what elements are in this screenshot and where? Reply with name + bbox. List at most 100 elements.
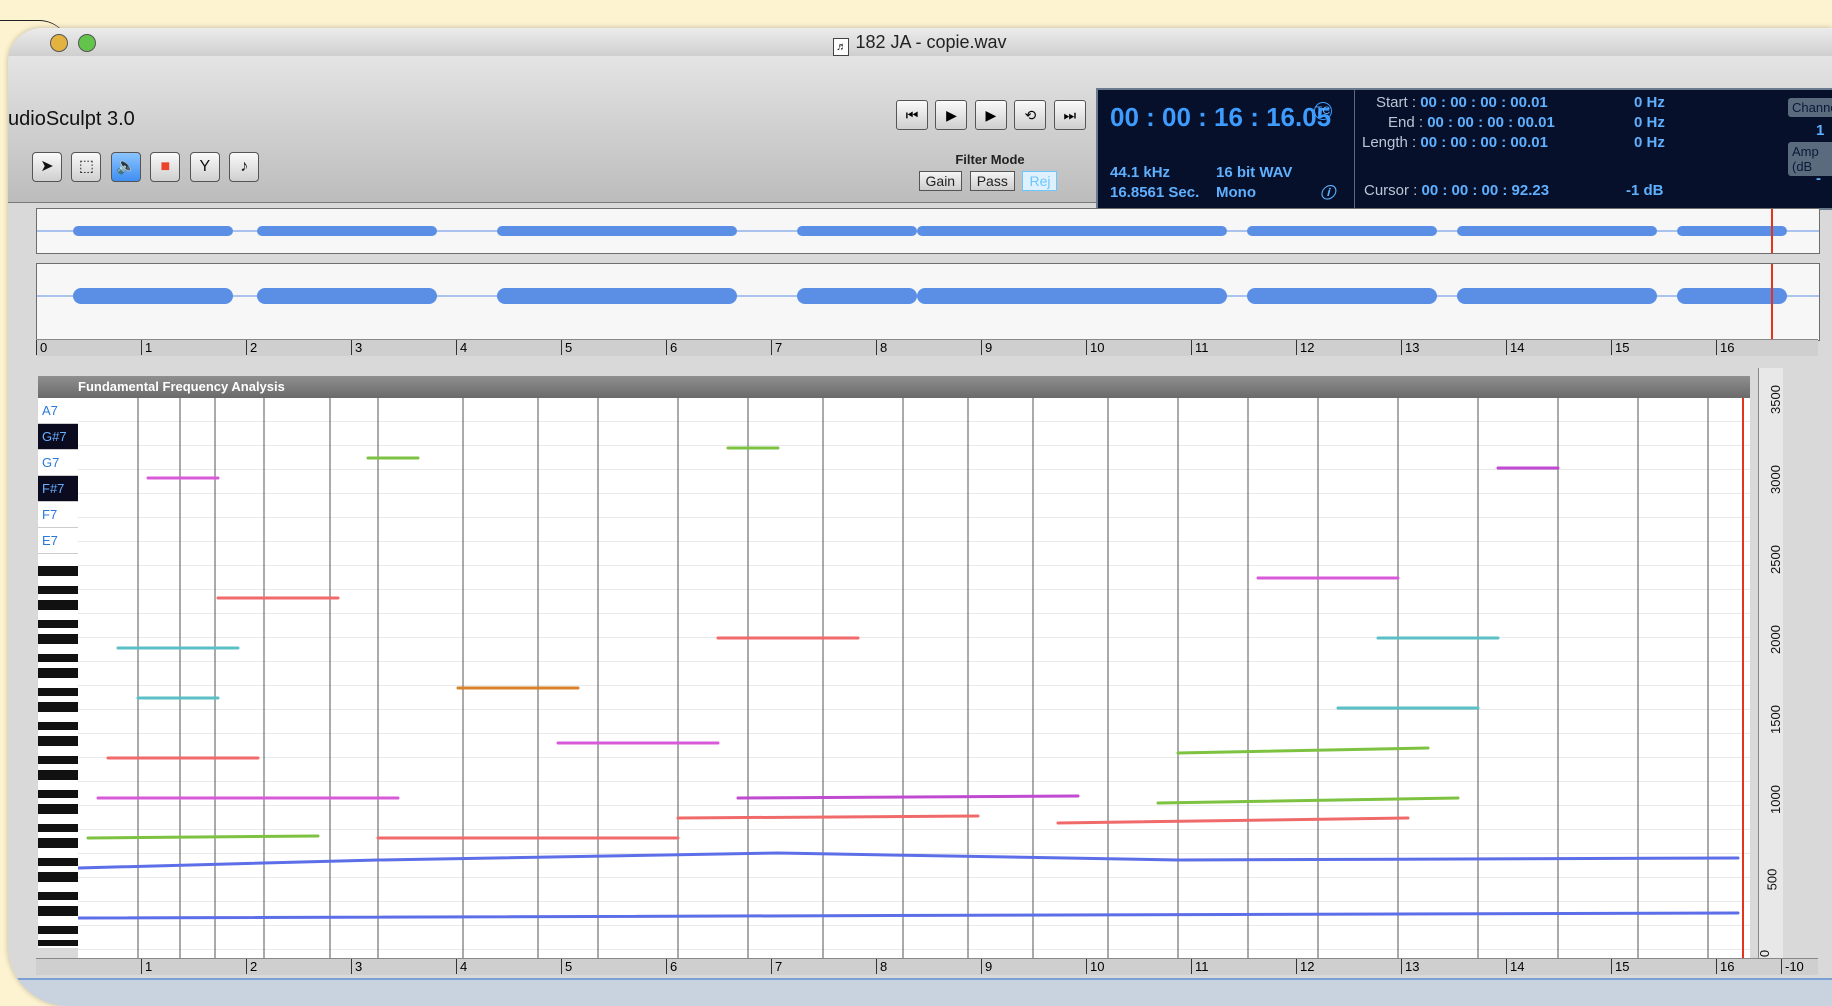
ruler-tick: 5 <box>561 959 572 974</box>
amp-value: - <box>1816 170 1821 187</box>
freq-tick: 2000 <box>1767 625 1783 654</box>
lcd-divider <box>1354 90 1355 208</box>
note-label: G#7 <box>38 424 78 450</box>
overview-waveform-svg <box>37 209 1819 253</box>
play-selection-button[interactable]: ▶ <box>974 100 1007 130</box>
hz-value-2: 0 Hz <box>1634 114 1665 131</box>
ruler-tick: 9 <box>981 959 992 974</box>
ruler-tick: 13 <box>1401 340 1419 355</box>
duration-seconds: 16.8561 Sec. <box>1110 184 1200 201</box>
ruler-tick: 11 <box>1191 959 1209 974</box>
filter-tool-button[interactable]: Y <box>189 152 220 182</box>
hz-value-3: 0 Hz <box>1634 134 1665 151</box>
time-ruler-top[interactable]: 0 1 2 3 4 5 6 7 8 9 10 11 12 13 14 15 16 <box>36 339 1818 356</box>
channel-label: Channe <box>1788 98 1832 117</box>
cursor-value: 00 : 00 : 00 : 92.23 <box>1421 182 1550 199</box>
ruler-tick: 7 <box>771 340 782 355</box>
length-value: 00 : 00 : 00 : 00.01 <box>1420 134 1548 151</box>
end-label: End : <box>1388 114 1424 131</box>
detail-waveform-svg <box>37 264 1819 340</box>
ruler-tick: 12 <box>1296 959 1314 974</box>
note-tool-button[interactable]: ♪ <box>229 152 260 182</box>
freq-tick: 2500 <box>1767 545 1783 574</box>
ruler-tick: 4 <box>456 340 467 355</box>
ruler-tick: 15 <box>1611 959 1629 974</box>
note-label: G7 <box>38 450 78 476</box>
fast-forward-button[interactable]: ⏭ <box>1053 100 1086 130</box>
title-bar: ♬ 182 JA - copie.wav <box>8 28 1832 57</box>
piano-keys <box>38 566 78 946</box>
timecode-toggle[interactable]: TC <box>1314 102 1332 120</box>
loop-button[interactable]: ⟲ <box>1014 100 1047 130</box>
toolbar: udioSculpt 3.0 ➤ ⬚ 🔈 ■ Y ♪ ⏮ ▶ ▶ ⟲ ⏭ Fil… <box>8 56 1832 210</box>
freq-tick: 3500 <box>1767 385 1783 414</box>
ruler-tick: 13 <box>1401 959 1419 974</box>
freq-tick: 0 <box>1757 949 1773 958</box>
db-tick: -10 <box>1781 959 1804 974</box>
amp-label: Amp (dB <box>1788 142 1832 176</box>
hz-value-1: 0 Hz <box>1634 94 1665 111</box>
sample-rate: 44.1 kHz <box>1110 164 1171 181</box>
db-value: -1 dB <box>1626 182 1664 199</box>
ruler-tick: 0 <box>36 340 47 355</box>
ruler-tick: 12 <box>1296 340 1314 355</box>
f0-analysis-plot[interactable] <box>76 398 1750 958</box>
filter-mode: Filter Mode Gain Pass Rej <box>900 152 1080 191</box>
ruler-tick: 10 <box>1086 340 1104 355</box>
note-label: F#7 <box>38 476 78 502</box>
ruler-tick: 1 <box>141 959 152 974</box>
document-icon: ♬ <box>833 38 850 56</box>
ruler-tick: 2 <box>246 340 257 355</box>
ruler-tick: 4 <box>456 959 467 974</box>
reject-button[interactable]: Rej <box>1022 171 1058 191</box>
ruler-tick: 6 <box>666 959 677 974</box>
ruler-tick: 9 <box>981 340 992 355</box>
ruler-tick: 8 <box>876 959 887 974</box>
ruler-tick: 14 <box>1506 959 1524 974</box>
speaker-tool-button[interactable]: 🔈 <box>110 152 141 182</box>
app-name: udioSculpt 3.0 <box>8 108 135 130</box>
detail-waveform[interactable] <box>36 263 1820 341</box>
rewind-button[interactable]: ⏮ <box>896 100 928 130</box>
play-button[interactable]: ▶ <box>935 100 968 130</box>
color-tool-button[interactable]: ■ <box>150 152 181 182</box>
note-label: A7 <box>38 398 78 424</box>
app-window: ♬ 182 JA - copie.wav udioSculpt 3.0 ➤ ⬚ 🔈… <box>8 28 1832 1006</box>
time-readout: 00 : 00 : 16 : 16.05 <box>1110 102 1332 132</box>
freq-tick: 500 <box>1764 868 1780 891</box>
window-title: ♬ 182 JA - copie.wav <box>8 32 1832 56</box>
ruler-tick: 7 <box>771 959 782 974</box>
status-bar <box>8 978 1832 1006</box>
ruler-tick: 8 <box>876 340 887 355</box>
ruler-tick: 16 <box>1716 959 1734 974</box>
ruler-tick: 3 <box>351 959 362 974</box>
ruler-tick: 2 <box>246 959 257 974</box>
ruler-tick: 16 <box>1716 340 1734 355</box>
end-value: 00 : 00 : 00 : 00.01 <box>1427 114 1555 131</box>
freq-tick: 1500 <box>1767 705 1783 734</box>
tool-palette: ➤ ⬚ 🔈 ■ Y ♪ <box>32 152 264 182</box>
info-icon[interactable]: ⓘ <box>1320 182 1335 203</box>
channel-mode: Mono <box>1216 184 1256 201</box>
file-format: 16 bit WAV <box>1216 164 1293 181</box>
ruler-tick: 11 <box>1191 340 1209 355</box>
channel-value: 1 <box>1816 122 1825 139</box>
start-label: Start : <box>1376 94 1417 111</box>
gain-button[interactable]: Gain <box>918 171 963 191</box>
arrow-tool-button[interactable]: ➤ <box>32 152 62 182</box>
time-ruler-bottom[interactable]: 1 2 3 4 5 6 7 8 9 10 11 12 13 14 15 16 -… <box>36 958 1818 975</box>
note-label: E7 <box>38 528 78 554</box>
color-swatch-icon: ■ <box>160 158 171 175</box>
overview-waveform[interactable] <box>36 208 1820 254</box>
marquee-tool-button[interactable]: ⬚ <box>71 152 102 182</box>
note-label: F7 <box>38 502 78 528</box>
start-value: 00 : 00 : 00 : 00.01 <box>1420 94 1548 111</box>
ruler-tick: 10 <box>1086 959 1104 974</box>
freq-tick: 3000 <box>1767 465 1783 494</box>
length-label: Length : <box>1362 134 1417 151</box>
filter-mode-label: Filter Mode <box>955 152 1025 167</box>
pass-button[interactable]: Pass <box>969 171 1015 191</box>
piano-keyboard[interactable]: A7 G#7 G7 F#7 F7 E7 <box>38 398 79 948</box>
ruler-tick: 6 <box>666 340 677 355</box>
transport-controls: ⏮ ▶ ▶ ⟲ ⏭ <box>896 100 1089 130</box>
